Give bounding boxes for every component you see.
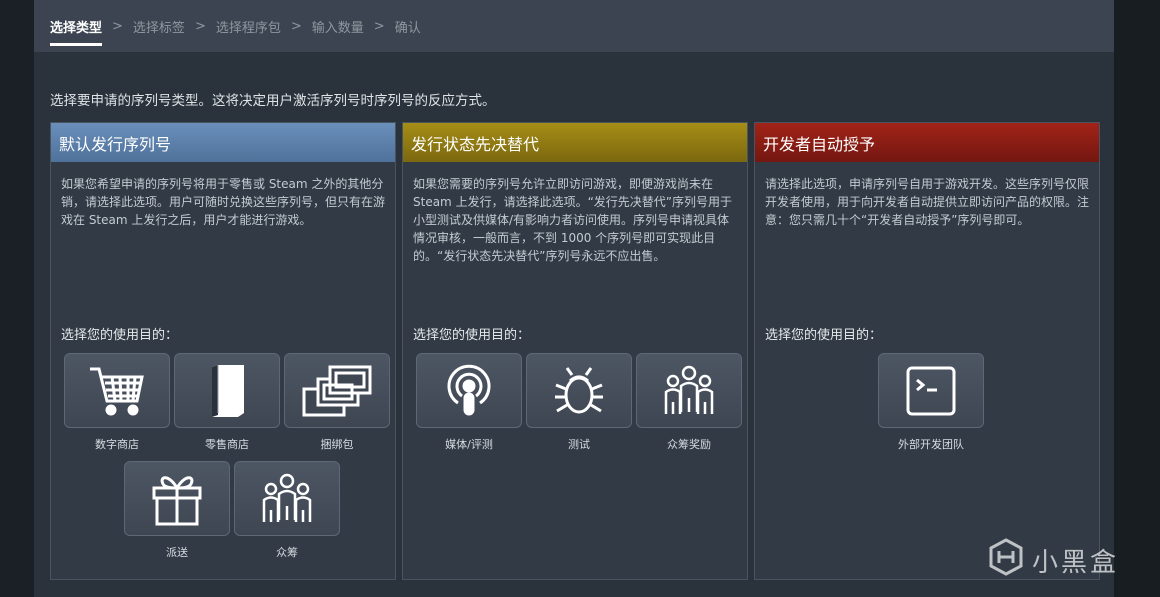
column-description: 如果您需要的序列号允许立即访问游戏，即便游戏尚未在 Steam 上发行，请选择此… (413, 177, 732, 263)
option-label: 数字商店 (95, 438, 139, 451)
watermark: 小黑盒 (988, 538, 1119, 583)
intro-text: 选择要申请的序列号类型。这将决定用户激活序列号时序列号的反应方式。 (50, 93, 496, 109)
breadcrumb-step-tag[interactable]: 选择标签 (133, 17, 185, 36)
column-title: 默认发行序列号 (51, 123, 395, 162)
option-retail-store-button[interactable] (174, 353, 280, 428)
bundle-icon (300, 363, 374, 419)
column-description: 请选择此选项，申请序列号自用于游戏开发。这些序列号仅限开发者使用，用于向开发者自… (765, 177, 1090, 227)
key-request-panel: 选择类型 > 选择标签 > 选择程序包 > 输入数量 > 确认 选择要申请的序列… (34, 0, 1114, 597)
option-media-review-button[interactable] (416, 353, 522, 428)
gift-icon (151, 472, 203, 526)
column-description: 如果您希望申请的序列号将用于零售或 Steam 之外的其他分销，请选择此选项。用… (61, 177, 386, 227)
purpose-label: 选择您的使用目的： (765, 328, 883, 343)
option-label: 零售商店 (205, 438, 249, 451)
option-giveaway-button[interactable] (124, 461, 230, 536)
option-testing-button[interactable] (526, 353, 632, 428)
column-title: 开发者自动授予 (755, 123, 1099, 162)
option-label: 媒体/评测 (445, 438, 493, 451)
option-label: 众筹 (276, 546, 298, 559)
option-label: 派送 (166, 546, 188, 559)
breadcrumb-step-package[interactable]: 选择程序包 (216, 17, 281, 36)
option-crowdfunding-reward-button[interactable] (636, 353, 742, 428)
option-external-dev-team-button[interactable] (878, 353, 984, 428)
column-release-override: 发行状态先决替代 如果您需要的序列号允许立即访问游戏，即便游戏尚未在 Steam… (402, 122, 748, 580)
option-label: 测试 (568, 438, 590, 451)
box-icon (204, 363, 250, 419)
option-label: 捆绑包 (320, 438, 354, 451)
option-bundle-button[interactable] (284, 353, 390, 428)
option-crowdfunding-button[interactable] (234, 461, 340, 536)
breadcrumb-separator: > (373, 18, 385, 34)
crowd-icon (260, 472, 314, 526)
bug-icon (551, 363, 607, 419)
watermark-text: 小黑盒 (1032, 548, 1120, 578)
option-label: 众筹奖励 (667, 438, 711, 451)
terminal-icon (904, 364, 958, 418)
breadcrumb-step-confirm[interactable]: 确认 (395, 17, 421, 36)
left-margin (0, 0, 34, 597)
crowd-icon (662, 364, 716, 418)
purpose-label: 选择您的使用目的： (61, 328, 179, 343)
cart-icon (88, 363, 146, 419)
column-developer-comp: 开发者自动授予 请选择此选项，申请序列号自用于游戏开发。这些序列号仅限开发者使用… (754, 122, 1100, 580)
column-default-release: 默认发行序列号 如果您希望申请的序列号将用于零售或 Steam 之外的其他分销，… (50, 122, 396, 580)
heybox-logo-icon (988, 538, 1032, 583)
breadcrumb-separator: > (290, 18, 302, 34)
option-label: 外部开发团队 (898, 438, 964, 451)
option-digital-store-button[interactable] (64, 353, 170, 428)
breadcrumb: 选择类型 > 选择标签 > 选择程序包 > 输入数量 > 确认 (34, 0, 1114, 52)
purpose-label: 选择您的使用目的： (413, 328, 531, 343)
right-margin (1114, 0, 1160, 597)
breadcrumb-separator: > (194, 18, 206, 34)
podcast-icon (444, 363, 494, 419)
breadcrumb-step-quantity[interactable]: 输入数量 (312, 17, 364, 36)
breadcrumb-step-type[interactable]: 选择类型 (50, 17, 103, 46)
breadcrumb-separator: > (112, 18, 123, 34)
column-title: 发行状态先决替代 (403, 123, 747, 162)
